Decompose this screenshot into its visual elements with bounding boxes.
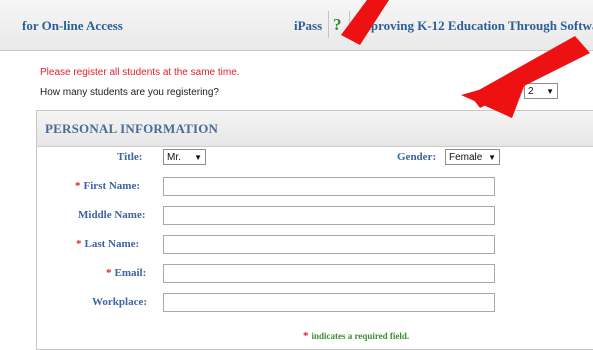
student-count-question: How many students are you registering?: [40, 87, 219, 98]
required-field-note: * indicates a required field.: [303, 330, 410, 342]
panel-header: PERSONAL INFORMATION: [37, 111, 593, 147]
gender-select[interactable]: Female ▼: [445, 149, 500, 165]
site-title-link[interactable]: for On-line Access: [22, 18, 123, 34]
tagline-link[interactable]: Improving K-12 Education Through Softwa: [355, 18, 593, 34]
gender-label: Gender:: [397, 151, 437, 163]
ipass-link[interactable]: iPass: [294, 18, 322, 34]
student-count-select[interactable]: 2 ▼: [524, 83, 558, 99]
title-select[interactable]: Mr. ▼: [163, 149, 206, 165]
email-label: * Email:: [106, 267, 147, 279]
first-name-label: * First Name:: [75, 180, 141, 192]
divider: [349, 11, 350, 38]
last-name-input[interactable]: [163, 235, 495, 254]
student-count-value: 2: [528, 85, 534, 97]
gender-value: Female: [449, 151, 483, 163]
dropdown-arrow-icon: ▼: [194, 152, 202, 162]
required-marker: *: [76, 238, 82, 250]
workplace-input[interactable]: [163, 293, 495, 312]
dropdown-arrow-icon: ▼: [488, 152, 496, 162]
divider: [328, 11, 329, 38]
required-marker: *: [75, 180, 81, 192]
panel-heading: PERSONAL INFORMATION: [45, 121, 219, 136]
email-input[interactable]: [163, 264, 495, 283]
last-name-label: * Last Name:: [76, 238, 140, 250]
registration-notice: Please register all students at the same…: [40, 67, 240, 78]
required-marker: *: [303, 330, 309, 342]
workplace-label: Workplace:: [92, 296, 147, 308]
dropdown-arrow-icon: ▼: [546, 86, 554, 96]
title-value: Mr.: [167, 151, 181, 163]
top-banner: for On-line Access iPass ? Improving K-1…: [0, 0, 593, 51]
middle-name-label: Middle Name:: [78, 209, 146, 221]
required-marker: *: [106, 267, 112, 279]
first-name-input[interactable]: [163, 177, 495, 196]
title-label: Title:: [117, 151, 143, 163]
personal-information-panel: PERSONAL INFORMATION: [36, 110, 593, 350]
middle-name-input[interactable]: [163, 206, 495, 225]
help-icon[interactable]: ?: [333, 15, 342, 35]
